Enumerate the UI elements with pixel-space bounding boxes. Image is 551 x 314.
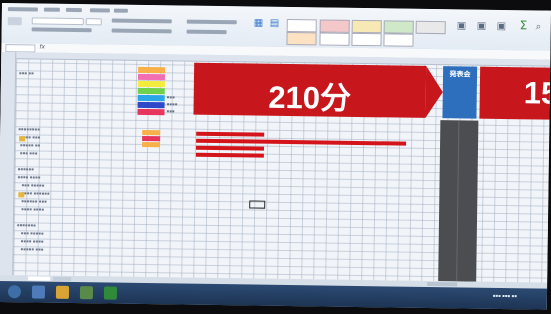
function-icon[interactable]: fx <box>39 44 45 51</box>
legend-note: ▪▪▪ <box>166 94 175 100</box>
banner-right-label: 15 <box>523 75 551 111</box>
style-cell[interactable] <box>319 19 350 33</box>
ribbon-tab[interactable] <box>7 7 38 12</box>
legend-note: ▪▪▪ <box>166 108 175 114</box>
start-button-icon[interactable] <box>7 285 22 299</box>
legend-swatch <box>138 66 166 74</box>
paste-icon[interactable] <box>7 17 22 26</box>
style-cell[interactable] <box>351 19 382 34</box>
banner-arrow <box>425 65 444 119</box>
row-label: ▪▪▪ ▪▪▪▪▪ <box>20 230 44 236</box>
zoom-slider[interactable] <box>427 281 458 287</box>
presentation-header: 発表会 <box>442 66 478 119</box>
style-cell[interactable] <box>286 31 317 46</box>
style-cell[interactable] <box>286 18 317 33</box>
ie-icon[interactable] <box>31 285 46 299</box>
gantt-bar[interactable] <box>195 145 265 151</box>
table-format-icon[interactable]: ▤ <box>270 18 280 29</box>
media-icon[interactable] <box>79 286 94 300</box>
row-label: ▪▪▪▪ ▪▪▪▪ <box>17 174 41 180</box>
gantt-bar[interactable] <box>196 138 407 146</box>
alignment-buttons[interactable] <box>111 18 172 24</box>
highlight-cell[interactable] <box>19 136 26 142</box>
row-label: ▪▪▪▪▪ ▪▪▪ <box>20 246 44 252</box>
row-label: ▪▪▪▪ ▪▪▪▪▪▪ <box>21 190 50 196</box>
legend-swatch <box>137 87 165 95</box>
row-label: ▪▪▪ ▪▪▪▪▪ <box>21 182 45 188</box>
presentation-label: 発表会 <box>449 70 471 79</box>
legend-note: ▪▪▪▪ <box>166 101 178 107</box>
monitor-screen: ▦ ▤ ▣ ▣ ▣ Σ ⌕ fx ▪▪▪ ▪▪ ▪▪▪▪▪▪▪▪ ▪▪▪▪ ▪▪… <box>0 3 551 310</box>
alignment-buttons[interactable] <box>111 28 172 34</box>
gantt-bar[interactable] <box>195 152 264 158</box>
worksheet-grid[interactable]: ▪▪▪ ▪▪ ▪▪▪▪▪▪▪▪ ▪▪▪▪ ▪▪▪ ▪▪▪▪▪ ▪▪ ▪▪▪ ▪▪… <box>0 51 551 283</box>
style-cell[interactable] <box>383 20 414 34</box>
font-name-select[interactable] <box>31 17 84 26</box>
gantt-bar[interactable] <box>196 131 265 137</box>
row-label: ▪▪▪▪▪▪ ▪▪▪ <box>21 198 47 204</box>
highlight-cell[interactable] <box>18 192 25 198</box>
sheet-tab[interactable] <box>53 276 72 281</box>
selected-cell[interactable] <box>249 200 266 209</box>
row-headers[interactable] <box>0 51 17 276</box>
row-label: ▪▪▪▪▪▪▪▪ <box>18 126 40 132</box>
style-cell[interactable] <box>383 33 414 47</box>
insert-cells-icon[interactable]: ▣ <box>457 20 467 31</box>
category-tag <box>142 129 161 136</box>
row-label: ▪▪▪▪▪ ▪▪ <box>19 142 41 148</box>
row-label: ▪▪▪▪ ▪▪▪▪ <box>20 238 44 244</box>
font-size-select[interactable] <box>85 18 102 26</box>
ribbon-tab[interactable] <box>113 8 128 13</box>
find-select-icon[interactable]: ⌕ <box>536 21 542 32</box>
row-label: ▪▪▪▪ ▪▪▪▪ <box>21 206 45 212</box>
next-time-banner: 15 <box>479 66 551 120</box>
category-tag <box>142 135 161 142</box>
legend-swatch <box>137 101 165 109</box>
number-format[interactable] <box>186 19 237 25</box>
time-banner: 210分 <box>193 62 427 118</box>
legend-swatch <box>137 73 166 81</box>
row-label: ▪▪▪ ▪▪▪ <box>19 150 38 156</box>
format-cells-icon[interactable]: ▣ <box>497 21 507 32</box>
ribbon-tab[interactable] <box>65 7 82 13</box>
style-cell[interactable] <box>319 32 350 46</box>
conditional-format-icon[interactable]: ▦ <box>254 18 264 29</box>
number-format[interactable] <box>186 29 227 35</box>
sort-filter-icon[interactable]: Σ <box>520 18 528 32</box>
explorer-icon[interactable] <box>55 285 70 299</box>
delete-cells-icon[interactable]: ▣ <box>477 21 487 32</box>
style-cell[interactable] <box>415 20 446 35</box>
system-tray[interactable]: ▪▪▪ ▪▪▪ ▪▪ <box>493 293 517 298</box>
excel-icon[interactable] <box>103 286 118 300</box>
legend-swatch <box>137 80 165 88</box>
format-buttons[interactable] <box>31 27 92 33</box>
ribbon-tab[interactable] <box>89 8 110 13</box>
legend-swatch <box>137 94 165 102</box>
row-label: ▪▪▪▪▪▪ <box>17 166 34 172</box>
legend-swatch <box>137 108 165 116</box>
sheet-tab[interactable] <box>28 276 51 281</box>
row-label: ▪▪▪ ▪▪ <box>18 70 34 76</box>
category-tag <box>142 141 161 148</box>
style-cell[interactable] <box>351 32 382 47</box>
banner-main-label: 210分 <box>268 79 352 116</box>
ribbon-tab[interactable] <box>43 7 60 12</box>
row-label: ▪▪▪▪▪▪▪ <box>16 222 36 228</box>
